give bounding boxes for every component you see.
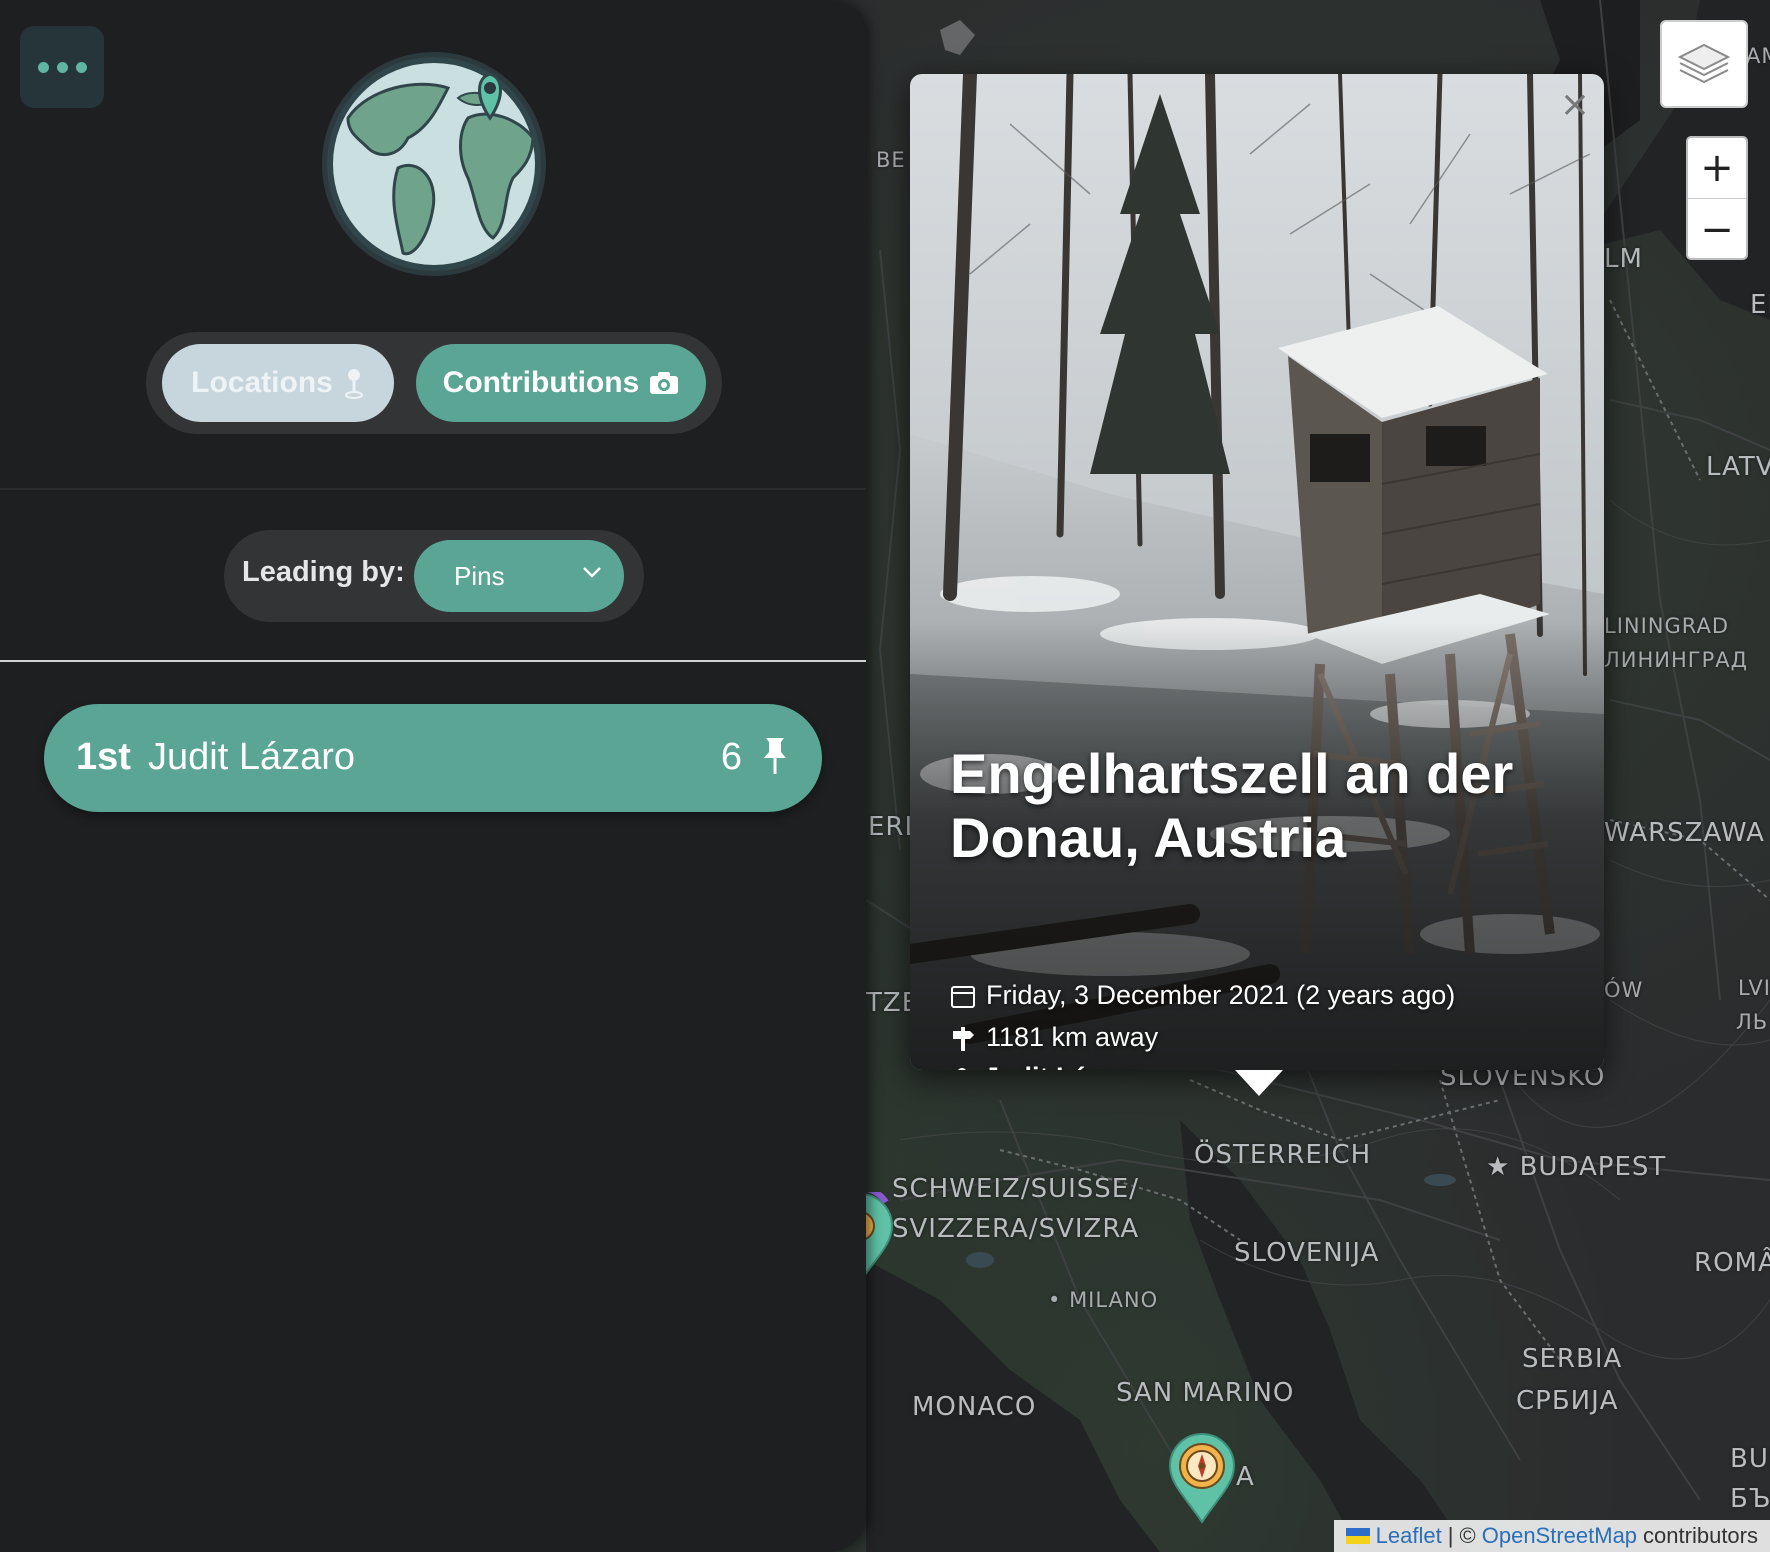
ellipsis-dot (37, 61, 49, 73)
leaderboard-rank: 1st (76, 736, 131, 778)
popup-distance: 1181 km away (986, 1022, 1159, 1052)
map-label-latvia: LATV (1706, 452, 1770, 482)
map-label-bulgaria-cyr: БЪ (1730, 1484, 1770, 1514)
openstreetmap-link[interactable]: OpenStreetMap (1482, 1523, 1637, 1549)
layers-icon (1677, 43, 1731, 84)
leading-by-label: Leading by: (242, 556, 405, 588)
menu-button[interactable] (20, 26, 104, 108)
map-label-serbia: SERBIA (1522, 1344, 1623, 1374)
leaderboard-count: 6 (720, 736, 742, 778)
map-label-lm: LM (1604, 244, 1643, 274)
ukraine-flag-icon (1345, 1528, 1370, 1544)
zoom-out-button[interactable]: − (1688, 199, 1746, 258)
map-label-warszawa: WARSZAWA (1604, 818, 1765, 848)
map-label-osterreich: ÖSTERREICH (1194, 1140, 1372, 1170)
close-popup-button[interactable]: × (1560, 84, 1590, 125)
zoom-control: + − (1686, 136, 1748, 260)
map-label-serbia-cyr: СРБИЈА (1516, 1386, 1619, 1416)
map-label-be: BE (876, 148, 906, 172)
pushpin-icon (764, 738, 786, 774)
map-label-budapest-text: BUDAPEST (1519, 1152, 1667, 1182)
contributions-label: Contributions (442, 366, 640, 399)
popup-date-row: Friday, 3 December 2021 (2 years ago) (950, 980, 1455, 1011)
map-label-slovenija: SLOVENIJA (1234, 1238, 1380, 1268)
leaderboard-name: Judit Lázaro (148, 736, 356, 778)
map-label-budapest: ★ BUDAPEST (1486, 1152, 1667, 1182)
sidebar: Locations Contributions Leading by: Pins… (0, 0, 866, 1552)
map-label-monaco: MONACO (912, 1392, 1037, 1422)
map-label-lviv-cyr: ЛЬ (1736, 1010, 1769, 1034)
map-label-schweiz-2: SVIZZERA/SVIZRA (892, 1214, 1140, 1244)
popup-author[interactable]: Judit Lázaro (984, 1062, 1143, 1070)
attribution-separator: | © (1447, 1523, 1476, 1548)
location-popup[interactable]: × Engelhartszell an der Donau, Austria F… (910, 74, 1604, 1070)
attribution-suffix: contributors (1643, 1523, 1758, 1548)
leading-by-control: Leading by: Pins (224, 530, 644, 622)
popup-author-row[interactable]: Judit Lázaro (950, 1062, 1143, 1070)
leaderboard-divider (0, 660, 866, 662)
popup-title: Engelhartszell an der Donau, Austria (950, 742, 1514, 869)
map-label-milano: • MILANO (1048, 1288, 1159, 1312)
map-label-kaliningrad: LININGRAD (1604, 614, 1730, 638)
ellipsis-dot (56, 61, 68, 73)
layers-button[interactable] (1660, 20, 1748, 108)
map-label-am: AM (1746, 44, 1770, 68)
contributions-toggle-button[interactable]: Contributions (416, 344, 706, 422)
map-label-san-marino: SAN MARINO (1116, 1378, 1295, 1408)
map-pin-compass[interactable] (1166, 1432, 1238, 1524)
section-divider (0, 488, 866, 490)
user-icon (957, 1067, 967, 1070)
leading-by-value: Pins (454, 560, 505, 591)
zoom-in-button[interactable]: + (1688, 138, 1746, 199)
camera-icon (650, 372, 679, 394)
location-pin-icon (344, 369, 363, 399)
popup-distance-row: 1181 km away (950, 1022, 1158, 1053)
ellipsis-dot (75, 61, 87, 73)
chevron-down-icon (583, 567, 601, 578)
compass-pin-icon (1168, 1433, 1236, 1524)
map-label-ow: ÓW (1604, 978, 1644, 1002)
map-label-ee: EE (1750, 290, 1770, 320)
map-label-bulgaria: BUI (1730, 1444, 1770, 1474)
map-label-lviv: LVI (1738, 976, 1770, 1000)
map-label-a: A (1236, 1462, 1255, 1492)
view-toggle: Locations Contributions (146, 332, 722, 434)
calendar-icon (951, 985, 975, 1008)
signpost-icon (953, 1026, 974, 1051)
map-label-romania: ROMÂ (1694, 1248, 1770, 1278)
leaderboard-row[interactable]: 1st Judit Lázaro 6 (44, 704, 822, 812)
popup-date: Friday, 3 December 2021 (2 years ago) (986, 980, 1456, 1010)
map-label-kaliningrad-cyr: ЛИНИНГРАД (1604, 648, 1749, 672)
map-label-schweiz-1: SCHWEIZ/SUISSE/ (892, 1174, 1139, 1204)
app-root: BE LM EE AM LATV LININGRAD ЛИНИНГРАД WAR… (0, 0, 1770, 1552)
popup-shade (910, 74, 1604, 1070)
leading-by-select[interactable]: Pins (414, 540, 624, 612)
leaflet-link[interactable]: Leaflet (1376, 1523, 1442, 1549)
locations-label: Locations (191, 366, 333, 399)
locations-toggle-button[interactable]: Locations (162, 344, 394, 422)
map-label-milano-text: MILANO (1069, 1288, 1159, 1312)
map-attribution: Leaflet | © OpenStreetMap contributors (1333, 1520, 1770, 1552)
globe-with-pin-icon (322, 52, 546, 276)
popup-tip (1235, 1070, 1283, 1096)
